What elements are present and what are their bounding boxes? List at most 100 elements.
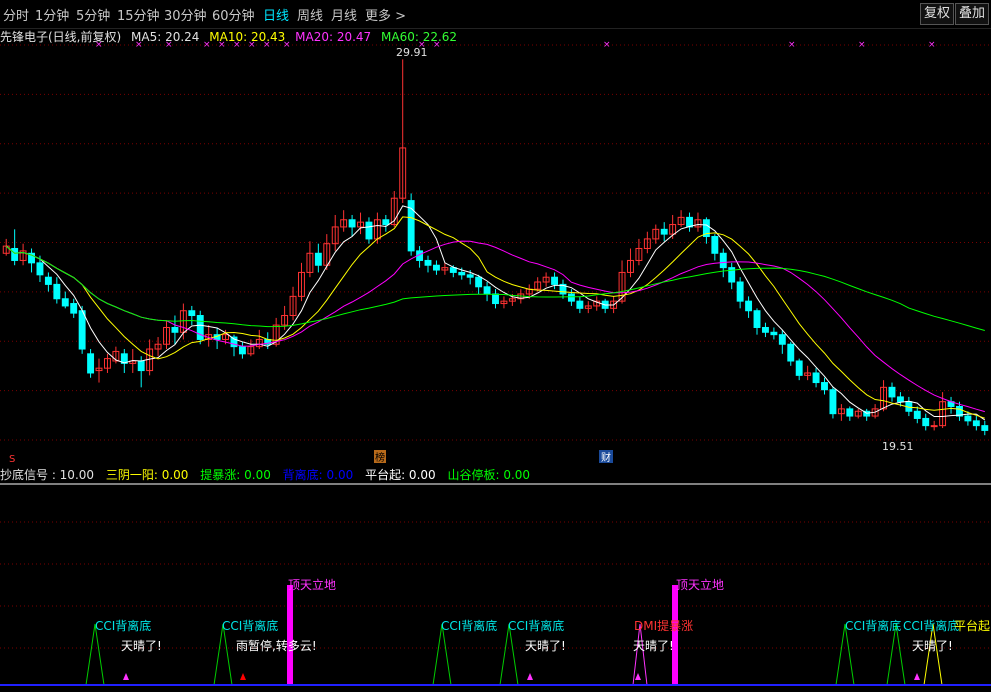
cci-spike <box>835 623 855 686</box>
x-marker: × <box>263 40 271 50</box>
signal-triangle <box>635 673 641 680</box>
cci-label: CCI背离底 <box>845 618 901 633</box>
indicator-item: 山谷停板: 0.00 <box>447 468 531 482</box>
cci-spike <box>923 623 943 686</box>
high-label: 29.91 <box>396 46 428 59</box>
candle-body <box>922 417 930 427</box>
cci-spike <box>85 623 105 686</box>
candle-body <box>238 346 246 355</box>
candle-body <box>821 382 828 391</box>
candle-body <box>896 396 904 403</box>
x-marker: × <box>203 40 211 50</box>
candle-body <box>930 425 938 428</box>
candle-body <box>44 276 52 285</box>
bang-text: 榜 <box>375 451 385 464</box>
x-marker: × <box>248 40 256 50</box>
candle-body <box>458 271 466 276</box>
candle-body <box>567 293 575 302</box>
candle-body <box>188 310 196 317</box>
candle-body <box>981 425 989 431</box>
signal-chart[interactable]: CCI背离底 CCI背离底 CCI背离底 CCI背离底 CCI背离底 CCI背离… <box>0 482 991 692</box>
candle-body <box>61 298 69 307</box>
candle-body <box>711 236 719 254</box>
candle-body <box>87 353 95 374</box>
cci-label: CCI背离底 <box>903 618 959 633</box>
candle-body <box>466 274 474 278</box>
candle-body <box>972 420 980 427</box>
indicator-title: 抄底信号 : 10.00 <box>0 468 95 482</box>
candle-body <box>964 415 972 422</box>
candle-body <box>829 389 837 415</box>
candle-body <box>846 408 854 417</box>
cci-spike <box>499 623 519 686</box>
x-marker: × <box>433 40 441 50</box>
cci-spike <box>213 623 233 686</box>
top-bar <box>287 585 293 685</box>
candle-body <box>492 293 499 305</box>
candle-body <box>475 276 483 288</box>
cci-label: CCI背离底 <box>508 618 564 633</box>
candle-body <box>913 410 921 419</box>
top-bar <box>672 585 678 685</box>
candle-body <box>795 360 803 376</box>
cai-text: 财 <box>601 451 611 464</box>
candle-body <box>11 247 19 261</box>
indicator-item: 三阴一阳: 0.00 <box>105 468 189 482</box>
sunny-label: 天晴了! <box>912 639 953 653</box>
cci-label: CCI背离底 <box>222 618 278 633</box>
candle-body <box>770 331 778 336</box>
candle-body <box>432 264 440 271</box>
candle-body <box>348 219 356 228</box>
candle-body <box>36 262 44 276</box>
cci-spike <box>432 623 452 686</box>
candle-body <box>660 228 668 235</box>
sell-mark: S <box>9 454 15 465</box>
candle-body <box>365 221 373 240</box>
candle-body <box>576 300 584 309</box>
platform-label: 平台起 <box>954 618 990 633</box>
signal-triangle <box>527 673 533 680</box>
low-label: 19.51 <box>882 440 914 453</box>
candle-body <box>196 315 204 340</box>
x-marker: × <box>858 40 866 50</box>
x-marker: × <box>218 40 226 50</box>
x-marker: × <box>165 40 173 50</box>
dmi-label: DMI提暴涨 <box>634 618 693 633</box>
sunny-label: 天晴了! <box>121 639 162 653</box>
candle-body <box>78 310 86 350</box>
candle-body <box>745 300 753 312</box>
candle-body <box>483 286 491 295</box>
cci-spike <box>632 623 648 686</box>
top-label: 顶天立地 <box>676 577 724 592</box>
sunny-label: 天晴了! <box>633 639 674 653</box>
candle-body <box>787 343 795 362</box>
candle-body <box>551 276 559 285</box>
signal-triangle <box>240 673 246 680</box>
x-marker: × <box>928 40 936 50</box>
cci-label: CCI背离底 <box>95 618 151 633</box>
candle-body <box>137 360 145 372</box>
moving-averages <box>5 205 986 421</box>
candle-body <box>736 281 744 302</box>
x-marker: × <box>603 40 611 50</box>
candle-body <box>888 386 896 398</box>
x-marker: × <box>283 40 291 50</box>
price-grid <box>0 44 991 441</box>
top-label: 顶天立地 <box>288 577 336 592</box>
candle-body <box>778 334 786 345</box>
candle-body <box>53 283 61 300</box>
event-markers: × × × × × × × × × × × × × × × <box>95 40 936 50</box>
candle-body <box>424 259 432 266</box>
ma60-line <box>5 245 985 331</box>
candle-body <box>753 310 761 328</box>
cci-spike <box>886 623 906 686</box>
rain-label: 雨暂停,转多云! <box>236 638 317 653</box>
cci-label: CCI背离底 <box>441 618 497 633</box>
sunny-label: 天晴了! <box>525 639 566 653</box>
signal-triangle <box>914 673 920 680</box>
kline-chart[interactable]: × × × × × × × × × × × × × × × 29.91 19.51 榜 财 S <box>0 0 991 465</box>
ma20-line <box>5 240 985 413</box>
indicator-item: 平台起: 0.00 <box>365 468 436 482</box>
x-marker: × <box>788 40 796 50</box>
signal-shapes <box>85 585 943 686</box>
